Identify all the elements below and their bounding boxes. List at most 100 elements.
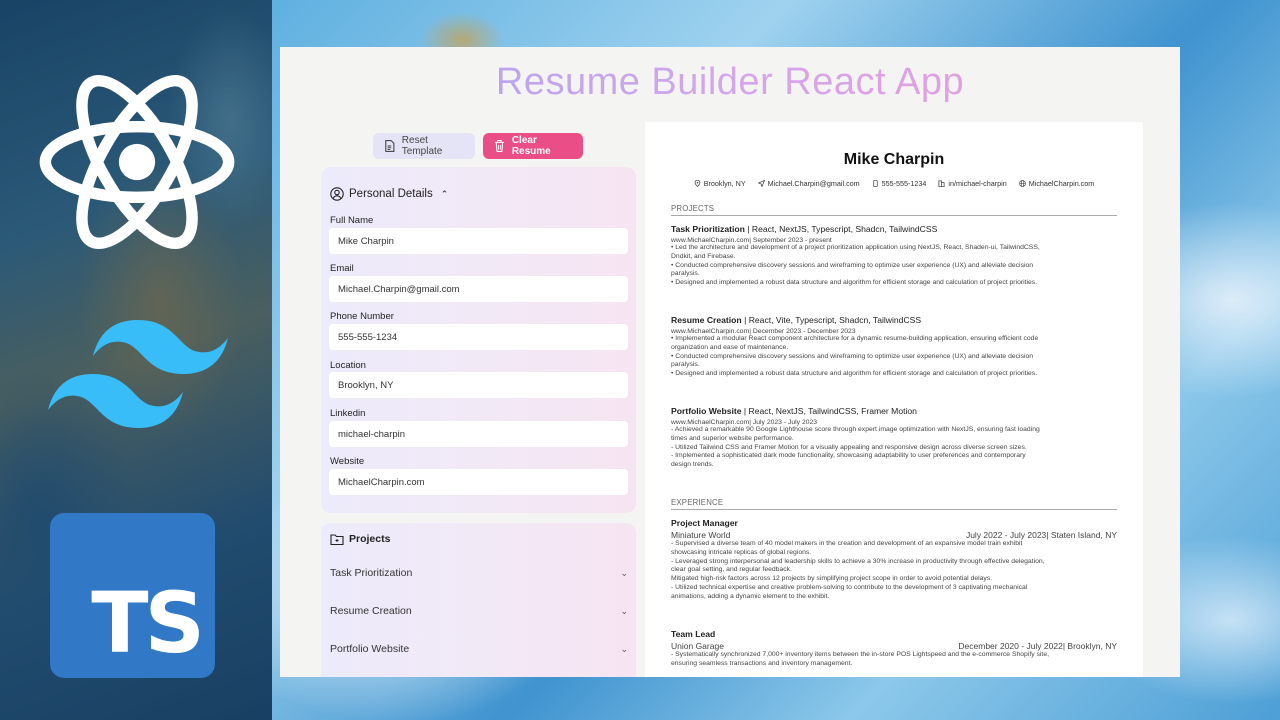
job-dates: July 2022 - July 2023| Staten Island, NY: [965, 530, 1117, 540]
project-bullet: • Designed and implemented a robust data…: [671, 279, 1038, 287]
job-dates: December 2020 - July 2022| Brooklyn, NY: [958, 641, 1117, 651]
project-stack: | React, NextJS, TailwindCSS, Framer Mot…: [741, 406, 917, 416]
contact-website: MichaelCharpin.com: [1028, 179, 1095, 188]
job-bullet: showcasing intricate replicas of global …: [671, 548, 812, 556]
job-company: Miniature World: [671, 530, 731, 540]
chevron-down-icon: ⌄: [620, 643, 628, 654]
experience-section-heading: EXPERIENCE: [671, 498, 1117, 510]
chevron-down-icon: ⌄: [620, 605, 628, 616]
contact-email: Michael.Charpin@gmail.com: [767, 179, 860, 188]
job-company: Union Garage: [671, 641, 724, 651]
typescript-logo-icon: TS: [50, 513, 215, 678]
project-bullet: organization and ease of maintenance.: [671, 343, 789, 351]
project-bullet: paralysis.: [671, 361, 700, 369]
job-bullet: - Leveraged strong interpersonal and lea…: [671, 557, 1045, 565]
reset-template-button[interactable]: Reset Template: [373, 133, 475, 159]
email-input[interactable]: Michael.Charpin@gmail.com: [329, 276, 628, 302]
project-bullet: - Utilized Tailwind CSS and Framer Motio…: [671, 443, 1027, 451]
project-name: Portfolio Website: [671, 406, 742, 416]
job-bullet: - Systematically synchronized 7,000+ inv…: [671, 651, 1049, 658]
project-meta: www.MichaelCharpin.com| September 2023 -…: [671, 237, 832, 244]
chevron-down-icon: ⌄: [620, 567, 628, 578]
reset-template-label: Reset Template: [401, 135, 443, 157]
phone-icon: [873, 180, 878, 187]
job-bullet: ensuring seamless transactions and inven…: [671, 659, 853, 667]
project-bullet: times and superior website performance.: [671, 434, 794, 442]
website-label: Website: [330, 456, 365, 467]
resume-project: Resume Creation | React, Vite, Typescrip…: [671, 315, 1117, 379]
project-item-label: Portfolio Website: [330, 643, 410, 655]
email-label: Email: [330, 263, 354, 274]
project-bullet: paralysis.: [671, 270, 700, 278]
resume-experience: Project Manager Miniature World July 2022…: [671, 518, 1117, 602]
clear-resume-button[interactable]: Clear Resume: [483, 133, 583, 159]
project-item-portfolio-website[interactable]: Portfolio Website ⌄: [330, 643, 628, 655]
projects-card: Projects Task Prioritization ⌄ Resume Cr…: [321, 523, 636, 677]
project-item-label: Task Prioritization: [330, 567, 413, 579]
linkedin-label: Linkedin: [330, 408, 366, 419]
project-bullet: - Implemented a sophisticated dark mode …: [671, 452, 1026, 460]
project-item-resume-creation[interactable]: Resume Creation ⌄: [330, 605, 628, 617]
location-label: Location: [330, 360, 366, 371]
job-bullet: - Utilized technical expertise and creat…: [671, 583, 1028, 591]
map-pin-icon: [694, 180, 701, 187]
tailwind-logo-icon: [48, 320, 228, 428]
react-logo-icon: [39, 74, 235, 250]
job-bullet: Mitigated high-risk factors across 12 pr…: [671, 575, 993, 583]
project-bullet: • Conducted comprehensive discovery sess…: [671, 261, 1034, 269]
project-bullet: • Designed and implemented a robust data…: [671, 370, 1038, 378]
contact-phone: 555-555-1234: [881, 179, 927, 188]
full-name-input[interactable]: Mike Charpin: [329, 228, 628, 254]
phone-input[interactable]: 555-555-1234: [329, 324, 628, 350]
personal-details-title: Personal Details: [349, 188, 433, 200]
job-bullet: - Supervised a diverse team of 40 model …: [671, 540, 1023, 547]
resume-project: Task Prioritization | React, NextJS, Typ…: [671, 224, 1117, 288]
resume-project: Portfolio Website | React, NextJS, Tailw…: [671, 406, 1117, 470]
folder-icon: [330, 534, 344, 546]
project-bullet: design trends.: [671, 461, 714, 469]
app-title: Resume Builder React App: [280, 61, 1180, 104]
job-title: Project Manager: [671, 518, 738, 528]
location-input[interactable]: Brooklyn, NY: [329, 372, 628, 398]
project-item-task-prioritization[interactable]: Task Prioritization ⌄: [330, 567, 628, 579]
phone-label: Phone Number: [330, 311, 394, 322]
resume-contact-bar: Brooklyn, NY Michael.Charpin@gmail.com 5…: [645, 179, 1143, 188]
project-bullet: • Led the architecture and development o…: [671, 244, 1040, 251]
project-bullet: - Achieved a remarkable 90 Google Lighth…: [671, 426, 1040, 433]
resume-name: Mike Charpin: [843, 151, 945, 168]
globe-icon: [1018, 180, 1026, 187]
contact-location: Brooklyn, NY: [703, 179, 746, 188]
personal-details-card: Personal Details ⌃ Full Name Mike Charpi…: [321, 167, 636, 513]
job-bullet: clear goal setting, and regular feedback…: [671, 566, 792, 574]
linkedin-input[interactable]: michael-charpin: [329, 421, 628, 447]
personal-details-header[interactable]: Personal Details ⌃: [330, 187, 448, 201]
user-circle-icon: [330, 187, 344, 201]
project-name: Task Prioritization: [671, 224, 745, 234]
clear-resume-label: Clear Resume: [511, 135, 551, 157]
document-icon: [385, 140, 395, 152]
website-input[interactable]: MichaelCharpin.com: [329, 469, 628, 495]
project-meta: www.MichaelCharpin.com| July 2023 - July…: [671, 419, 818, 426]
project-stack: | React, NextJS, Typescript, Shadcn, Tai…: [744, 224, 938, 234]
project-meta: www.MichaelCharpin.com| December 2023 - …: [671, 328, 856, 335]
job-bullet: animations, adding a dynamic element to …: [671, 592, 830, 600]
projects-title: Projects: [349, 533, 391, 545]
project-name: Resume Creation: [671, 315, 742, 325]
toolbar: Reset Template Clear Resume: [373, 133, 583, 159]
app-window: Resume Builder React App Reset Template …: [280, 47, 1180, 677]
project-stack: | React, Vite, Typescript, Shadcn, Tailw…: [741, 315, 922, 325]
resume-experience: Team Lead Union Garage December 2020 - Ju…: [671, 629, 1117, 669]
project-item-label: Resume Creation: [330, 605, 412, 617]
contact-linkedin: in/michael-charpin: [948, 179, 1007, 188]
trash-icon: [494, 140, 504, 152]
project-bullet: • Implemented a modular React component …: [671, 335, 1039, 342]
full-name-label: Full Name: [330, 215, 374, 226]
project-bullet: Dndkit, and Firebase.: [671, 252, 736, 260]
chevron-up-icon: ⌃: [440, 188, 449, 199]
resume-preview: Mike Charpin Brooklyn, NY Michael.Charpi…: [645, 122, 1143, 677]
project-bullet: • Conducted comprehensive discovery sess…: [671, 352, 1034, 360]
send-icon: [757, 180, 765, 187]
job-title: Team Lead: [671, 629, 716, 639]
projects-section-heading: PROJECTS: [671, 204, 1117, 216]
projects-header[interactable]: Projects: [330, 532, 390, 546]
